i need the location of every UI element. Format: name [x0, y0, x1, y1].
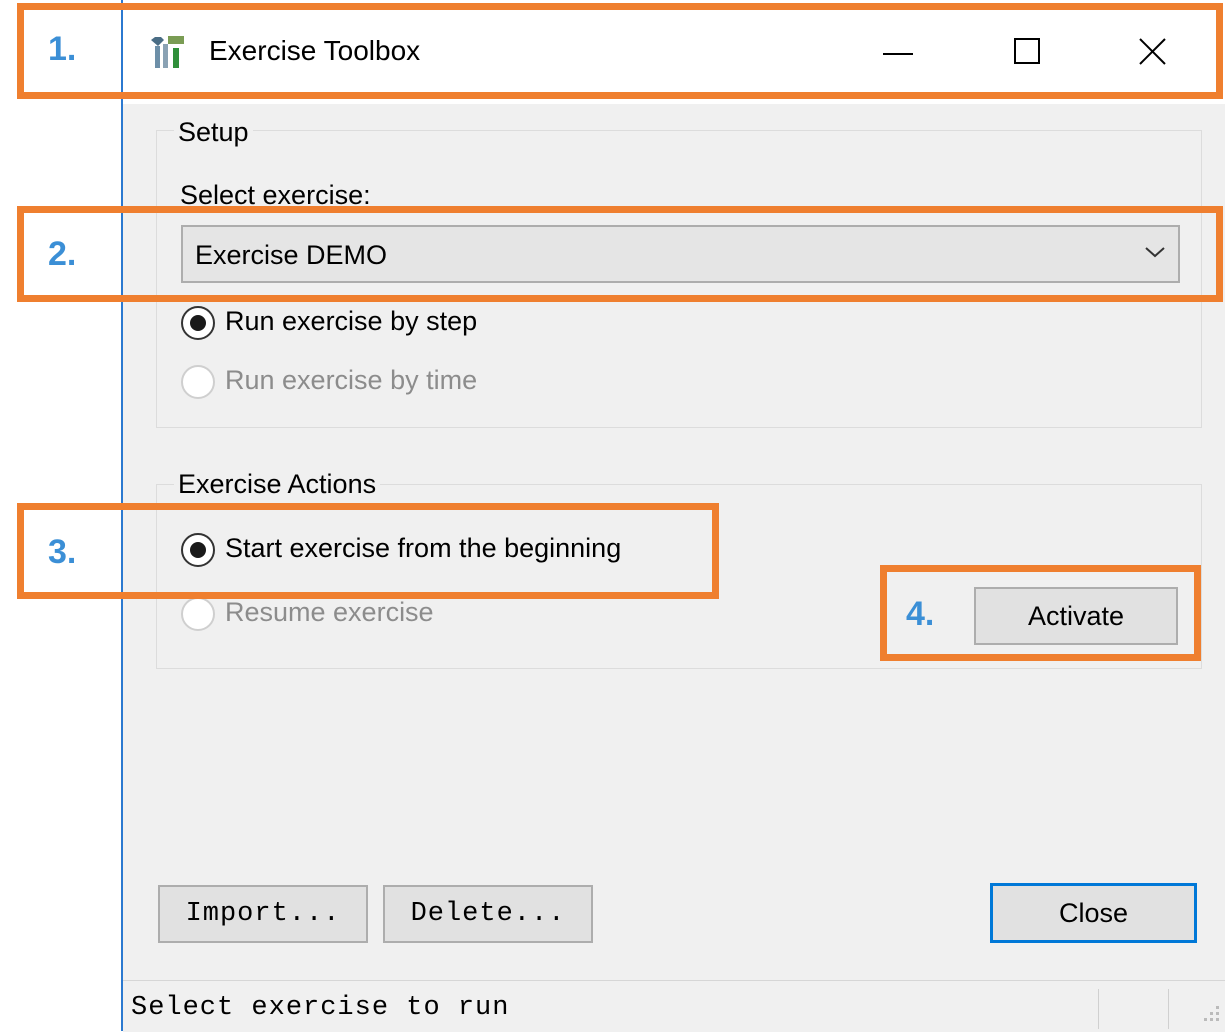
close-window-button[interactable] — [1118, 22, 1188, 82]
annotation-number-4: 4. — [906, 595, 935, 633]
resume-exercise-radio[interactable]: Resume exercise — [181, 595, 581, 635]
chevron-down-icon — [1144, 245, 1166, 264]
radio-unselected-indicator — [181, 597, 215, 631]
status-text: Select exercise to run — [131, 993, 510, 1023]
radio-selected-indicator — [181, 533, 215, 567]
title-bar[interactable]: Exercise Toolbox — [123, 0, 1225, 104]
annotation-number-2: 2. — [48, 235, 77, 273]
select-exercise-label: Select exercise: — [180, 180, 371, 210]
status-bar: Select exercise to run — [123, 980, 1225, 1032]
setup-group-label: Setup — [174, 117, 253, 148]
exercise-actions-group-label: Exercise Actions — [174, 469, 381, 500]
minimize-button[interactable] — [863, 22, 933, 82]
import-button[interactable]: Import... — [158, 885, 368, 943]
maximize-button[interactable] — [993, 22, 1063, 82]
run-by-step-radio[interactable]: Run exercise by step — [181, 304, 581, 344]
minimize-icon — [883, 53, 913, 55]
status-separator — [1168, 989, 1169, 1029]
close-icon — [1139, 38, 1166, 65]
exercise-toolbox-window: Exercise Toolbox Setup Select exercise: … — [121, 0, 1225, 1032]
status-separator — [1098, 989, 1099, 1029]
resume-exercise-label: Resume exercise — [225, 597, 434, 627]
radio-unselected-indicator — [181, 365, 215, 399]
run-by-time-radio[interactable]: Run exercise by time — [181, 363, 581, 403]
run-by-step-label: Run exercise by step — [225, 306, 478, 336]
radio-selected-indicator — [181, 306, 215, 340]
exercise-select-value: Exercise DEMO — [195, 240, 388, 270]
resize-grip-icon[interactable] — [1201, 1003, 1221, 1028]
maximize-icon — [1014, 38, 1040, 64]
exercise-select[interactable]: Exercise DEMO — [181, 225, 1180, 283]
annotation-number-1: 1. — [48, 30, 77, 68]
annotation-number-3: 3. — [48, 533, 77, 571]
activate-button[interactable]: Activate — [974, 587, 1178, 645]
toolbox-tools-icon — [149, 34, 187, 72]
delete-button[interactable]: Delete... — [383, 885, 593, 943]
window-title: Exercise Toolbox — [209, 35, 421, 66]
run-by-time-label: Run exercise by time — [225, 365, 478, 395]
start-from-beginning-radio[interactable]: Start exercise from the beginning — [181, 531, 701, 571]
start-from-beginning-label: Start exercise from the beginning — [225, 533, 622, 563]
close-button[interactable]: Close — [990, 883, 1197, 943]
